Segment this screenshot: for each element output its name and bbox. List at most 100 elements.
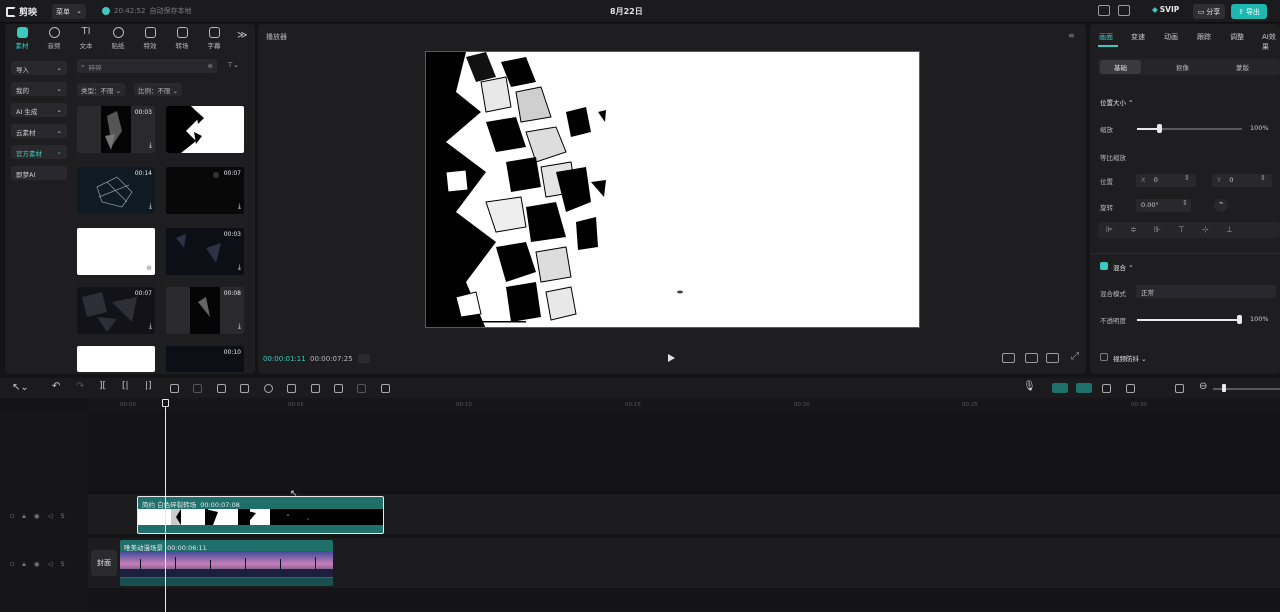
search-input[interactable]: ⌕ 碎碎 ⊗ [77, 59, 217, 73]
delete-icon[interactable] [170, 384, 179, 393]
download-icon[interactable]: ⊕ [146, 264, 152, 272]
asset-thumb[interactable]: 00:08 ⤓ [166, 287, 244, 334]
layout-icon[interactable] [1118, 5, 1130, 16]
shield-icon[interactable] [193, 384, 202, 393]
cat-mine[interactable]: 我的 ⌄ [11, 82, 67, 96]
asset-thumb[interactable]: 00:03 ⤓ [77, 106, 155, 153]
asset-thumb[interactable]: 00:14 ⤓ [77, 167, 155, 214]
opacity-knob[interactable] [1237, 315, 1242, 324]
tool-media[interactable]: 素材 [8, 27, 36, 50]
link-icon[interactable] [1076, 383, 1092, 393]
subtab-mask[interactable]: 蒙版 [1236, 62, 1249, 72]
opacity-slider[interactable] [1137, 319, 1242, 321]
split-left-icon[interactable]: [| [122, 381, 129, 391]
cover-button[interactable]: 封面 [91, 550, 117, 576]
aspect-icon[interactable] [1046, 353, 1059, 363]
crop-icon[interactable] [334, 384, 343, 393]
section-position-size[interactable]: 位置大小 ⌃ [1100, 97, 1134, 107]
tool-audio[interactable]: 音频 [40, 27, 68, 50]
align-left-icon[interactable]: ⊫ [1106, 225, 1113, 234]
solo-icon[interactable]: S [61, 560, 65, 569]
shortcuts-icon[interactable] [1098, 5, 1110, 16]
main-clip[interactable]: 唯美动漫场景 00:00:06:11 [120, 540, 333, 586]
subtab-basic[interactable]: 基础 [1100, 60, 1141, 74]
tool-caption[interactable]: 字幕 [200, 27, 228, 50]
mirror-icon[interactable] [287, 384, 296, 393]
svip-badge[interactable]: ◆ SVIP [1152, 5, 1179, 14]
download-icon[interactable]: ⤓ [238, 202, 241, 211]
track-toggle-icon[interactable]: ▫ [10, 512, 14, 521]
align-top-icon[interactable]: ⊤ [1178, 225, 1185, 234]
tab-adjust[interactable]: 调整 [1230, 32, 1244, 42]
download-icon[interactable]: ⤓ [149, 202, 152, 211]
zoom-fit-icon[interactable] [1175, 384, 1184, 393]
snap-icon[interactable] [1052, 383, 1068, 393]
speaker-icon[interactable]: ◁ [48, 512, 53, 521]
overlay-clip[interactable]: 简约 白色碎裂转场 00:00:07:08 [137, 496, 384, 534]
redo-icon[interactable]: ↷ [76, 381, 84, 392]
microphone-icon[interactable]: 🎙 [1023, 381, 1036, 392]
marker-icon[interactable] [217, 384, 226, 393]
playhead-handle[interactable] [162, 399, 169, 407]
section-blend[interactable]: 混合 ⌃ [1113, 262, 1134, 272]
eye-icon[interactable]: ◉ [34, 560, 40, 569]
playhead[interactable] [165, 400, 166, 612]
track-mode-icon[interactable] [1126, 384, 1135, 393]
sort-icon[interactable]: ⊤⌄ [227, 61, 239, 69]
tool-effects[interactable]: 特效 [136, 27, 164, 50]
filter-type[interactable]: 类型：不限 ⌄ [77, 83, 126, 96]
opacity-value[interactable]: 100% [1250, 315, 1269, 323]
blend-checkbox[interactable] [1100, 262, 1108, 270]
asset-thumb[interactable]: 00:07 ⤓ [77, 287, 155, 334]
stepper-icon[interactable]: ⇕ [1260, 174, 1266, 182]
zoom-out-icon[interactable]: ⊖ [1199, 381, 1207, 392]
align-middle-icon[interactable]: ⊹ [1202, 225, 1209, 234]
menu-icon[interactable]: ≡ [1068, 31, 1075, 40]
blend-mode-select[interactable]: 正常 [1136, 285, 1276, 298]
stepper-icon[interactable]: ⇕ [1182, 199, 1188, 207]
download-icon[interactable]: ⤓ [149, 141, 152, 150]
smart-cut-icon[interactable] [381, 384, 390, 393]
tool-transition[interactable]: 转场 [168, 27, 196, 50]
stabilize-checkbox[interactable] [1100, 353, 1108, 361]
tool-text[interactable]: TI 文本 [72, 27, 100, 51]
tab-picture[interactable]: 画面 [1099, 32, 1113, 42]
preview-canvas[interactable] [425, 51, 920, 328]
tab-ai-effects[interactable]: AI效果 [1262, 32, 1280, 52]
tab-animation[interactable]: 动画 [1164, 32, 1178, 42]
eye-icon[interactable]: ◉ [34, 512, 40, 521]
split-right-icon[interactable]: |] [145, 381, 152, 391]
more-tools-icon[interactable]: ≫ [237, 30, 247, 41]
download-icon[interactable]: ⤓ [238, 263, 241, 272]
track-toggle-icon[interactable]: ▫ [10, 560, 14, 569]
undo-icon[interactable]: ↶ [52, 381, 60, 392]
align-bottom-icon[interactable]: ⊥ [1226, 225, 1233, 234]
fit-icon[interactable] [1025, 353, 1038, 363]
zoom-knob[interactable] [1222, 384, 1226, 392]
preview-axis-icon[interactable] [1102, 384, 1111, 393]
cat-official[interactable]: 官方素材 ⌄ [11, 145, 67, 159]
asset-thumb[interactable]: 00:07 ⤓ [166, 167, 244, 214]
subtab-cutout[interactable]: 抠像 [1176, 62, 1189, 72]
speaker-icon[interactable]: ◁ [48, 560, 53, 569]
align-right-icon[interactable]: ⊪ [1154, 225, 1161, 234]
asset-thumb[interactable]: 00:10 [166, 346, 244, 372]
scale-knob[interactable] [1157, 124, 1162, 133]
timeline-mode-icon[interactable] [358, 354, 370, 363]
solo-icon[interactable]: S [61, 512, 65, 521]
share-button[interactable]: ▭ 分享 [1193, 4, 1225, 19]
freeze-icon[interactable] [240, 384, 249, 393]
play-icon[interactable] [668, 354, 675, 362]
rotate-clip-icon[interactable] [311, 384, 320, 393]
cat-jimeng-ai[interactable]: 即梦AI [11, 166, 67, 180]
asset-thumb[interactable] [77, 346, 155, 372]
split-icon[interactable]: ][ [99, 381, 106, 391]
download-icon[interactable]: ⤓ [238, 322, 241, 331]
align-center-icon[interactable]: ≑ [1130, 225, 1137, 234]
tab-speed[interactable]: 变速 [1131, 32, 1145, 42]
asset-thumb[interactable]: ⊕ [77, 228, 155, 275]
rotate-icon[interactable]: ⌁ [1214, 199, 1228, 212]
fullscreen-icon[interactable]: ⤢ [1071, 351, 1079, 362]
select-tool-icon[interactable]: ↖⌄ [12, 382, 29, 393]
auto-reframe-icon[interactable] [357, 384, 366, 393]
